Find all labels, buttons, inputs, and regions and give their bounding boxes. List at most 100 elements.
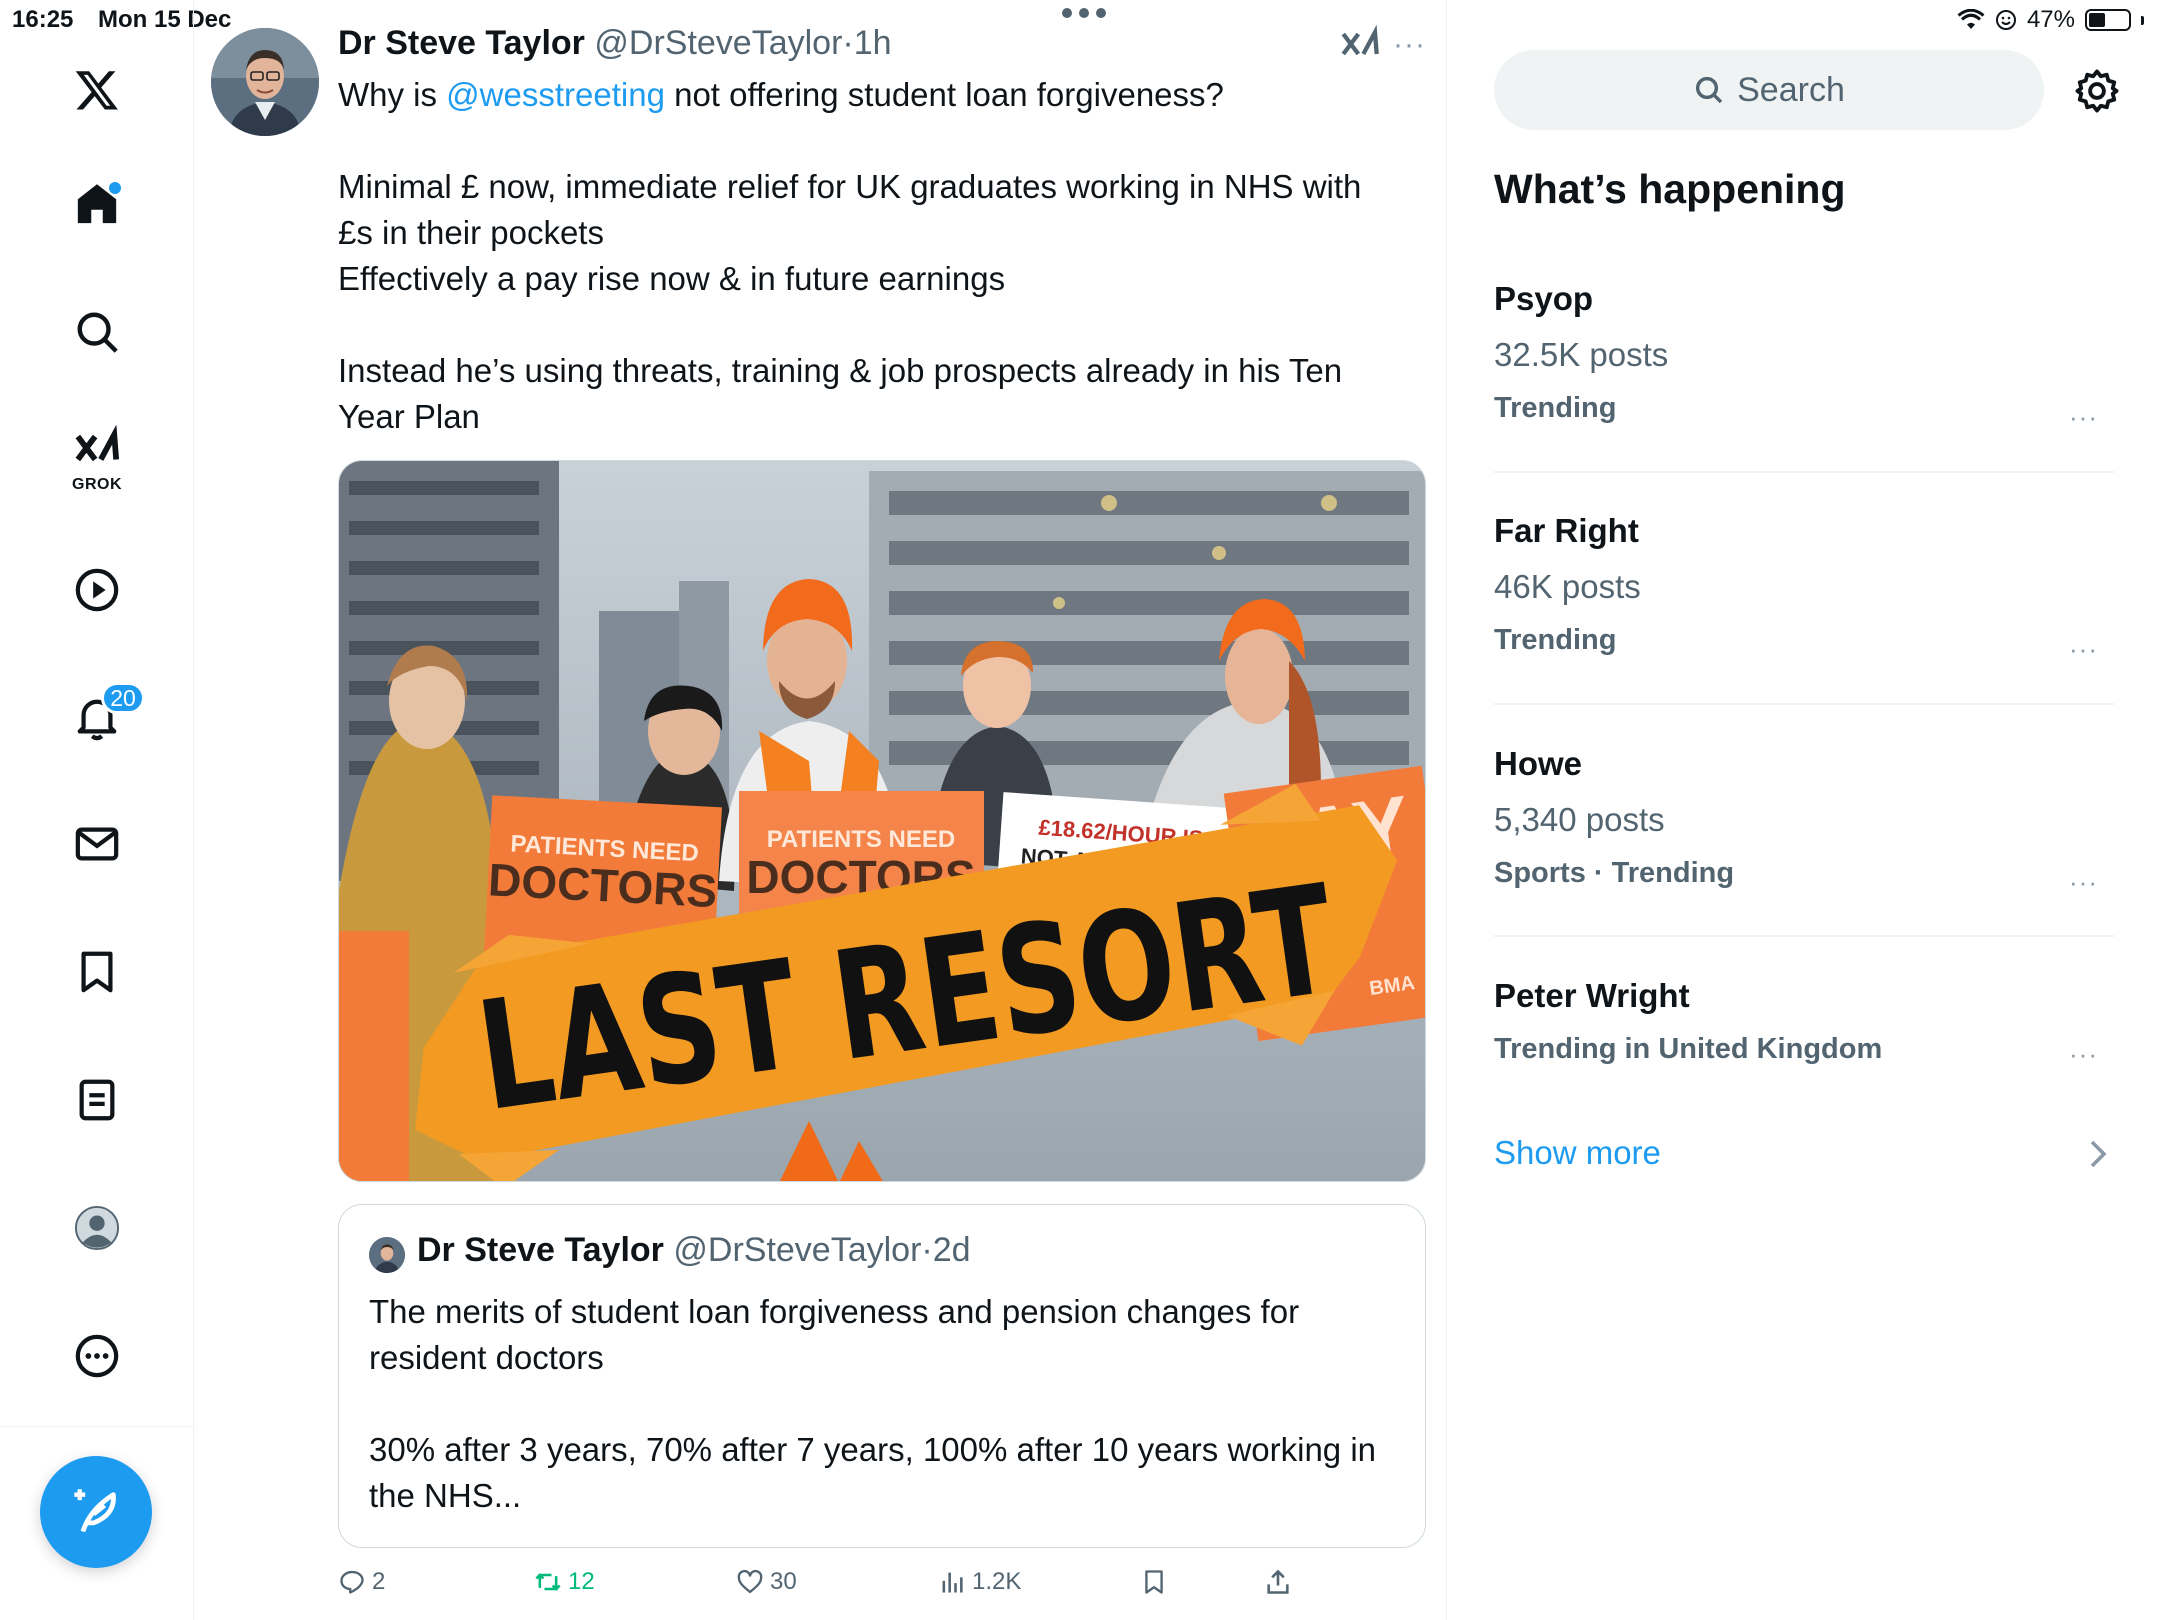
tweet-text-prefix: Why is [338, 76, 447, 113]
search-placeholder: Search [1737, 70, 1845, 109]
quote-line: 30% after 3 years, 70% after 7 years, 10… [369, 1431, 1377, 1468]
quote-line: resident doctors [369, 1339, 604, 1376]
author-avatar[interactable] [211, 28, 319, 136]
retweet-button[interactable]: 12 [534, 1568, 595, 1596]
search-icon [77, 312, 118, 353]
views-count: 1.2K [972, 1568, 1022, 1595]
quote-time-separator: · [921, 1231, 933, 1269]
tweet-line: Effectively a pay rise now & in future e… [338, 260, 1006, 297]
trend-context: Sports · Trending [1494, 857, 1735, 889]
nav-profile[interactable] [47, 1186, 147, 1270]
trend-post-count: 46K posts [1494, 568, 1641, 605]
tweet-body: Why is @wesstreeting not offering studen… [338, 72, 1398, 440]
reply-count: 2 [372, 1568, 386, 1595]
search-input[interactable]: Search [1494, 50, 2044, 130]
quote-header: Dr Steve Taylor @DrSteveTaylor·2d [417, 1231, 971, 1270]
views-button[interactable]: 1.2K [938, 1568, 1021, 1596]
nav-bookmarks[interactable] [47, 930, 147, 1014]
like-button[interactable]: 30 [736, 1568, 797, 1596]
bookmark-icon [1145, 1570, 1163, 1594]
quote-time[interactable]: 2d [933, 1231, 971, 1269]
nav-more[interactable] [47, 1314, 147, 1398]
nav-explore[interactable] [47, 290, 147, 374]
quote-author-handle[interactable]: @DrSteveTaylor [673, 1231, 921, 1269]
compose-post-button[interactable] [40, 1456, 152, 1568]
trend-divider [1494, 471, 2114, 473]
trend-title: Psyop [1494, 280, 1594, 317]
bookmark-icon [81, 951, 113, 993]
bookmark-button[interactable] [1140, 1568, 1168, 1596]
trend-post-count: 5,340 posts [1494, 801, 1665, 838]
more-circle-icon [75, 1334, 119, 1378]
show-more-link[interactable]: Show more [1494, 1134, 1661, 1172]
search-icon [1696, 76, 1723, 104]
mail-icon [75, 827, 119, 861]
retweet-count: 12 [568, 1568, 595, 1595]
tweet-actions: 2 12 30 1.2K [338, 1568, 1338, 1608]
tweet-image[interactable]: PATIENTS NEED DOCTORS PATIENTS NEED DOCT… [338, 460, 1426, 1182]
trend-more-icon[interactable]: ··· [2069, 1039, 2098, 1070]
tweet-line: £s in their pockets [338, 214, 604, 251]
trend-context: Trending [1494, 392, 1617, 424]
notifications-badge: 20 [101, 682, 145, 714]
whats-happening-heading: What’s happening [1494, 166, 1846, 212]
nav-divider [0, 1426, 194, 1427]
nav-messages[interactable] [47, 802, 147, 886]
nav-video[interactable] [47, 548, 147, 632]
trend-post-count: 32.5K posts [1494, 336, 1669, 373]
nav-grok[interactable]: GROK [47, 416, 147, 500]
nav-home[interactable] [47, 162, 147, 246]
trend-title: Far Right [1494, 512, 1639, 549]
trend-item[interactable]: Peter Wright Trending in United Kingdom … [1494, 977, 2114, 1069]
views-chart-icon [942, 1572, 963, 1593]
mention-link[interactable]: @wesstreeting [446, 76, 665, 113]
tweet-blank-line [338, 302, 1398, 348]
trend-more-icon[interactable]: ··· [2069, 402, 2098, 433]
trend-title: Howe [1494, 745, 1583, 782]
quoted-tweet[interactable]: Dr Steve Taylor @DrSteveTaylor·2d The me… [338, 1204, 1426, 1548]
trend-item[interactable]: Psyop 32.5K posts Trending ··· [1494, 280, 2114, 432]
time-separator: · [842, 24, 854, 62]
tweet-paragraph: Why is @wesstreeting not offering studen… [338, 72, 1398, 118]
quote-author-name[interactable]: Dr Steve Taylor [417, 1231, 664, 1269]
grok-label: GROK [72, 476, 122, 493]
trend-more-icon[interactable]: ··· [2069, 634, 2098, 665]
share-icon [1267, 1569, 1289, 1594]
sign-text: PATIENTS NEED [767, 826, 955, 853]
retweet-icon [535, 1573, 561, 1591]
tweet-time[interactable]: 1h [854, 24, 892, 62]
reply-icon [340, 1570, 364, 1594]
quote-body: The merits of student loan forgiveness a… [369, 1289, 1389, 1519]
home-unread-dot [109, 182, 121, 194]
tweet-line: Year Plan [338, 398, 480, 435]
tweet-blank-line [338, 118, 1398, 164]
like-count: 30 [770, 1568, 797, 1595]
trend-item[interactable]: Far Right 46K posts Trending ··· [1494, 512, 2114, 664]
trend-more-icon[interactable]: ··· [2069, 867, 2098, 898]
chevron-right-icon[interactable] [2088, 1140, 2108, 1168]
trend-title: Peter Wright [1494, 977, 1690, 1014]
x-logo-icon[interactable] [47, 48, 147, 132]
heart-icon [737, 1569, 763, 1594]
grok-icon[interactable] [1340, 24, 1380, 64]
reply-button[interactable]: 2 [338, 1568, 385, 1596]
author-name[interactable]: Dr Steve Taylor [338, 24, 585, 62]
left-navigation: GROK 20 [0, 0, 194, 1620]
tweet-header: Dr Steve Taylor @DrSteveTaylor·1h [338, 24, 892, 63]
share-button[interactable] [1264, 1568, 1292, 1596]
quote-line: the NHS... [369, 1477, 522, 1514]
quote-author-avatar[interactable] [369, 1237, 405, 1273]
tweet-line: Minimal £ now, immediate relief for UK g… [338, 168, 1362, 205]
tweet-more-icon[interactable]: ··· [1393, 28, 1426, 62]
trend-divider [1494, 703, 2114, 705]
nav-lists[interactable] [47, 1058, 147, 1142]
trend-context: Trending [1494, 624, 1617, 656]
gear-icon[interactable] [2074, 68, 2120, 114]
list-icon [79, 1079, 115, 1121]
right-sidebar: Search What’s happening Psyop 32.5K post… [1448, 0, 2160, 1620]
author-handle[interactable]: @DrSteveTaylor [594, 24, 842, 62]
nav-notifications[interactable]: 20 [47, 676, 147, 760]
trend-context: Trending in United Kingdom [1494, 1033, 1883, 1065]
quote-line: The merits of student loan forgiveness a… [369, 1293, 1300, 1330]
trend-item[interactable]: Howe 5,340 posts Sports · Trending ··· [1494, 745, 2114, 897]
